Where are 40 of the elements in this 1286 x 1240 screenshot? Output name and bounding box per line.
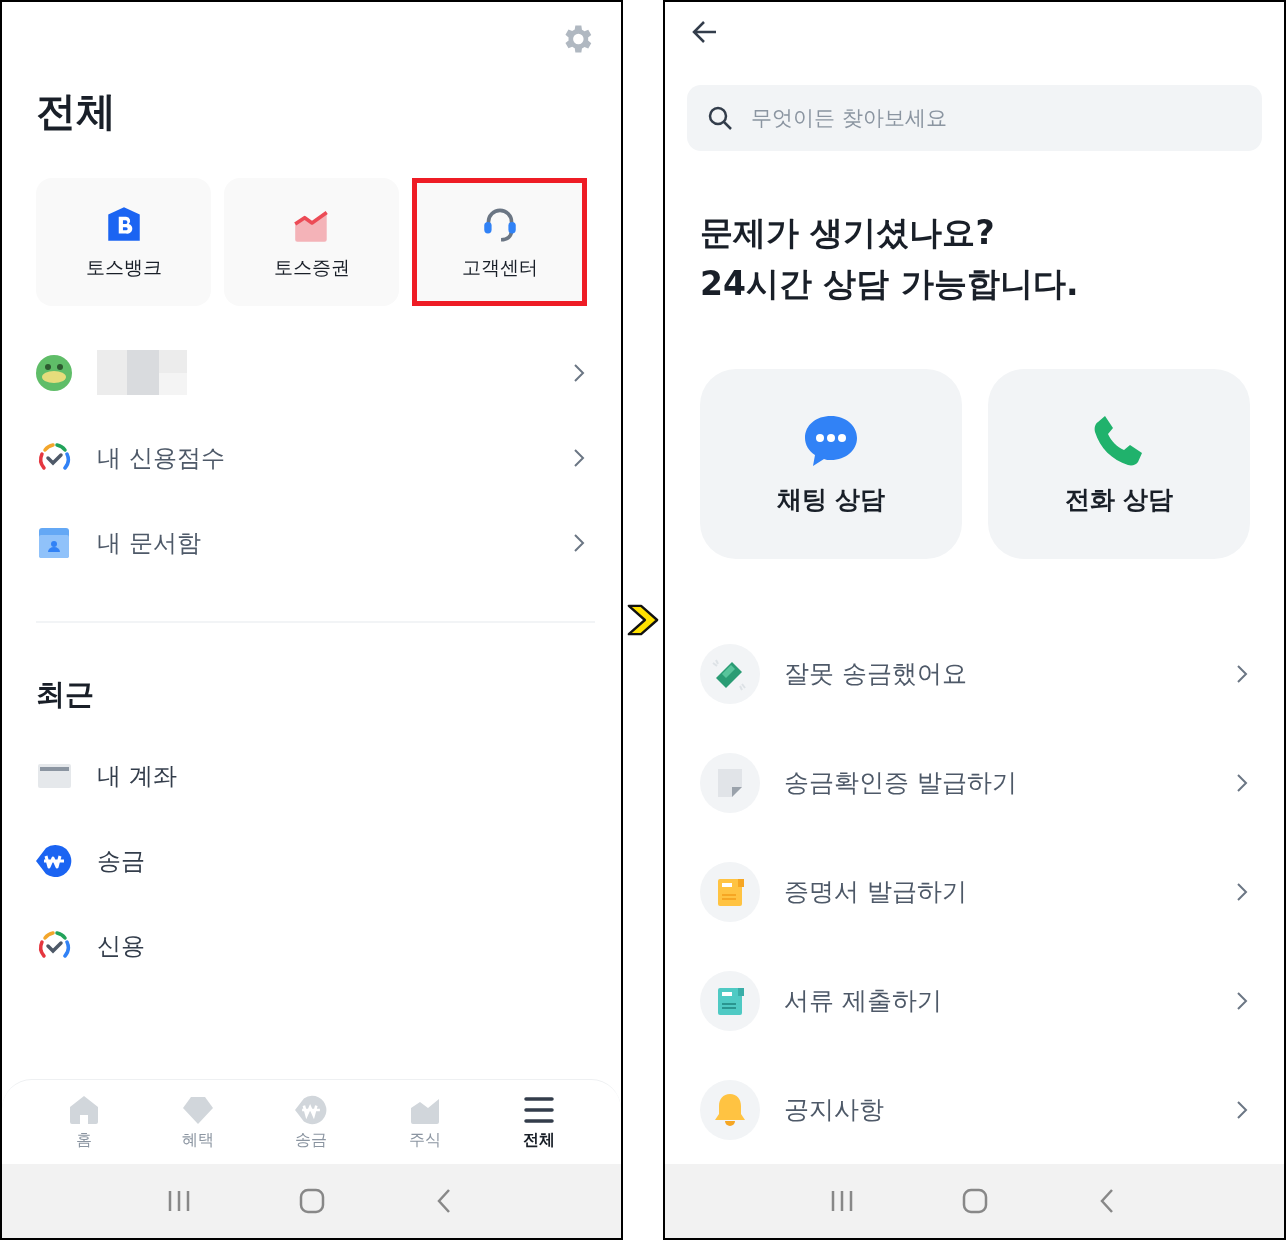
won-icon [295,1093,328,1126]
help-item[interactable]: 공지사항 [700,1055,1250,1164]
consult-button[interactable]: 전화 상담 [988,369,1250,559]
menu-item[interactable]: 내 문서함 [36,500,587,585]
document-icon [700,752,760,813]
help-item[interactable]: 서류 제출하기 [700,946,1250,1055]
consult-button[interactable]: 채팅 상담 [700,369,962,559]
chevron-right-icon [1236,990,1248,1011]
menu-item[interactable]: 내 신용점수 [36,415,587,500]
chevron-right-icon [1236,772,1248,793]
won-icon [36,842,72,879]
arrow-icon [626,603,660,637]
nav-tab[interactable]: 전체 [482,1080,596,1164]
home-icon [67,1093,100,1126]
page-title: 전체 [36,87,117,136]
search-field[interactable]: 무엇이든 찾아보세요 [687,85,1262,151]
chevron-right-icon[interactable] [573,362,585,383]
recent-item[interactable]: 신용 [36,903,587,988]
chevron-right-icon [573,447,585,468]
heading-text: 문제가 생기셨나요? [700,212,996,254]
heading-text: 24시간 상담 가능합니다. [700,263,1080,305]
help-item[interactable]: 송금확인증 발급하기 [700,728,1250,837]
chevron-right-icon [1236,881,1248,902]
bell-icon [700,1079,760,1140]
chevron-right-icon [1236,663,1248,684]
shortcut-tile[interactable]: 토스증권 [224,178,399,306]
money-icon [700,643,760,704]
shortcut-tile[interactable]: 고객센터 [412,178,587,306]
shortcut-tile[interactable]: 토스뱅크 [36,178,211,306]
recent-item[interactable]: 송금 [36,818,587,903]
chevron-right-icon [573,532,585,553]
section-title: 최근 [36,676,95,713]
document-icon [700,970,760,1031]
frog-avatar [36,354,72,391]
search-icon [707,105,733,131]
recent-item[interactable]: 내 계좌 [36,733,587,818]
help-item[interactable]: 증명서 발급하기 [700,837,1250,946]
help-item[interactable]: 잘못 송금했어요 [700,619,1250,728]
chevron-right-icon [1236,1099,1248,1120]
document-icon [700,861,760,922]
